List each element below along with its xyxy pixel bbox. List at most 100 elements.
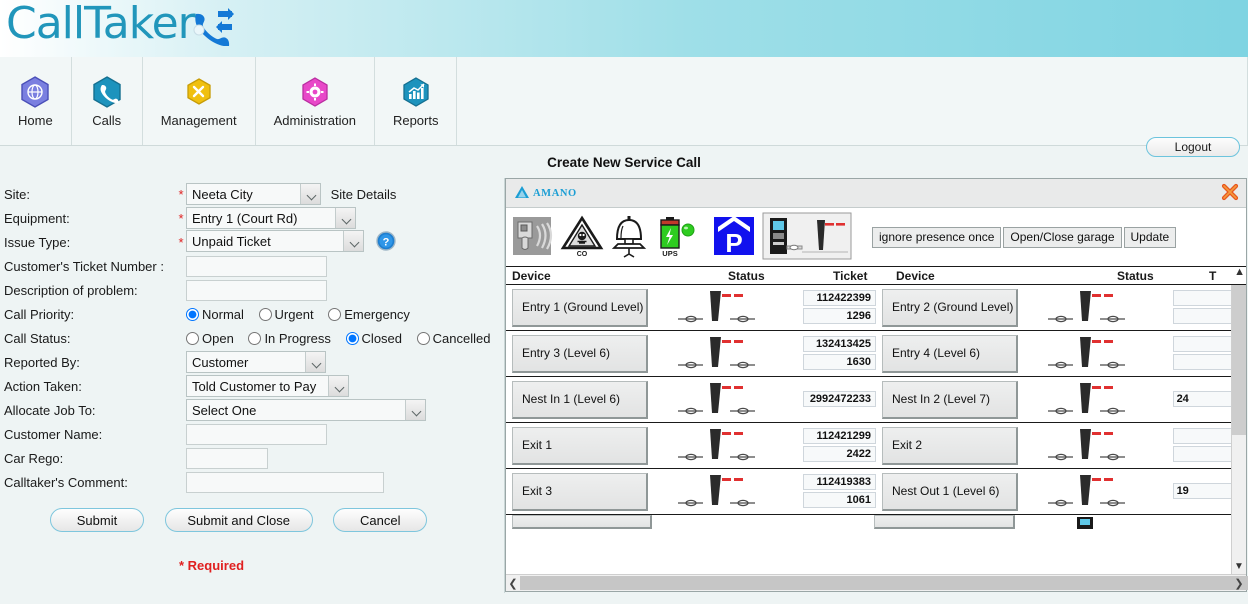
radio-status-inprogress-input[interactable] bbox=[248, 331, 262, 345]
ticket-value-top[interactable]: 112422399 bbox=[802, 289, 876, 306]
barrier-gate-icon[interactable] bbox=[648, 423, 803, 469]
device-button[interactable]: Exit 3 bbox=[512, 472, 648, 511]
nav-item-management[interactable]: Management bbox=[142, 57, 256, 145]
ticket-value-top[interactable]: 132413425 bbox=[802, 335, 876, 352]
ticket-value-bottom[interactable]: 1296 bbox=[802, 307, 876, 324]
paystation-barrier-icon[interactable] bbox=[762, 212, 852, 263]
device-button[interactable] bbox=[874, 515, 1015, 529]
device-button[interactable]: Entry 3 (Level 6) bbox=[512, 334, 648, 373]
update-button[interactable]: Update bbox=[1123, 226, 1177, 248]
reported-by-select[interactable]: Customer bbox=[186, 351, 326, 373]
nav-item-calls[interactable]: Calls bbox=[71, 57, 143, 145]
vertical-scrollbar-thumb[interactable] bbox=[1232, 285, 1246, 435]
radio-priority-emergency-input[interactable] bbox=[328, 307, 342, 321]
radio-priority-urgent[interactable]: Urgent bbox=[258, 307, 314, 322]
device-button[interactable]: Entry 2 (Ground Level) bbox=[882, 288, 1018, 327]
barrier-gate-icon[interactable] bbox=[1018, 377, 1173, 423]
equipment-label: Equipment: bbox=[4, 210, 70, 226]
ticket-value-top[interactable]: 2992472233 bbox=[802, 390, 876, 407]
horizontal-scrollbar[interactable]: ❮ ❯ bbox=[506, 574, 1248, 591]
svg-text:CO: CO bbox=[577, 251, 588, 258]
device-button[interactable] bbox=[512, 515, 653, 529]
co-hazard-icon[interactable]: CO bbox=[560, 214, 604, 261]
barrier-gate-icon[interactable] bbox=[1018, 469, 1173, 515]
ticket-value-bottom[interactable]: 1061 bbox=[802, 491, 876, 508]
logout-button[interactable]: Logout bbox=[1146, 137, 1240, 157]
customer-name-input[interactable] bbox=[186, 423, 327, 445]
help-question-icon[interactable]: ? bbox=[375, 231, 396, 254]
chevron-down-icon[interactable]: ▼ bbox=[1234, 561, 1244, 572]
radio-status-cancelled-input[interactable] bbox=[416, 331, 430, 345]
barrier-gate-icon[interactable] bbox=[1018, 423, 1173, 469]
site-select[interactable]: Neeta City bbox=[186, 183, 321, 205]
submit-and-close-button[interactable]: Submit and Close bbox=[164, 508, 313, 532]
fire-alarm-pull-icon[interactable] bbox=[512, 214, 554, 261]
tools-hex-icon bbox=[182, 75, 216, 109]
car-rego-input[interactable] bbox=[186, 447, 268, 469]
nav-label-administration: Administration bbox=[273, 112, 356, 128]
issue-type-select[interactable]: Unpaid Ticket bbox=[186, 230, 364, 253]
device-button[interactable]: Exit 1 bbox=[512, 426, 648, 465]
barrier-gate-icon[interactable] bbox=[1018, 285, 1173, 331]
close-x-icon[interactable] bbox=[1220, 182, 1240, 205]
device-button[interactable]: Nest In 2 (Level 7) bbox=[882, 380, 1018, 419]
nav-item-home[interactable]: Home bbox=[0, 57, 72, 145]
nav-item-reports[interactable]: Reports bbox=[374, 57, 458, 145]
chevron-right-icon[interactable]: ❯ bbox=[1232, 577, 1246, 590]
paystation-icon[interactable] bbox=[1015, 515, 1170, 529]
horizontal-scrollbar-thumb[interactable] bbox=[520, 576, 1248, 590]
vertical-scrollbar[interactable]: ▼ bbox=[1231, 285, 1246, 574]
nav-item-administration[interactable]: Administration bbox=[255, 57, 375, 145]
parking-p-icon[interactable]: P bbox=[712, 214, 756, 261]
device-button[interactable]: Exit 2 bbox=[882, 426, 1018, 465]
ups-battery-icon[interactable]: UPS bbox=[654, 213, 706, 262]
globe-hex-icon bbox=[18, 75, 52, 109]
device-button[interactable]: Nest Out 1 (Level 6) bbox=[882, 472, 1018, 511]
site-details-link[interactable]: Site Details bbox=[331, 187, 397, 202]
comment-input[interactable] bbox=[186, 471, 384, 493]
ticket-value-top[interactable]: 112419383 bbox=[802, 473, 876, 490]
radio-status-closed-input[interactable] bbox=[345, 331, 359, 345]
barrier-gate-icon[interactable] bbox=[648, 377, 803, 423]
barrier-gate-icon[interactable] bbox=[652, 515, 791, 529]
device-button[interactable]: Nest In 1 (Level 6) bbox=[512, 380, 648, 419]
ticket-value-bottom[interactable]: 1630 bbox=[802, 353, 876, 370]
device-button[interactable]: Entry 4 (Level 6) bbox=[882, 334, 1018, 373]
cancel-button[interactable]: Cancel bbox=[333, 508, 428, 532]
radio-status-open-input[interactable] bbox=[186, 331, 199, 345]
bell-alarm-icon[interactable] bbox=[610, 214, 648, 261]
ticket-number-input[interactable] bbox=[186, 255, 327, 277]
ignore-presence-once-button[interactable]: ignore presence once bbox=[872, 226, 1002, 248]
allocate-select[interactable]: Select One bbox=[186, 399, 426, 421]
barrier-gate-icon[interactable] bbox=[1018, 331, 1173, 377]
radio-status-closed[interactable]: Closed bbox=[345, 331, 402, 346]
table-row-partial bbox=[506, 515, 1246, 529]
device-button[interactable]: Entry 1 (Ground Level) bbox=[512, 288, 648, 327]
barrier-gate-icon[interactable] bbox=[648, 469, 803, 515]
form-row-comment: Calltaker's Comment: bbox=[4, 470, 501, 494]
radio-priority-urgent-input[interactable] bbox=[258, 307, 272, 321]
ticket-value-top[interactable]: 112421299 bbox=[802, 427, 876, 444]
ticket-value-bottom[interactable]: 2422 bbox=[802, 445, 876, 462]
equipment-select[interactable]: Entry 1 (Court Rd) bbox=[186, 207, 356, 229]
svg-text:?: ? bbox=[382, 236, 389, 248]
ticket-cell: 2992472233 bbox=[802, 390, 876, 409]
description-input[interactable] bbox=[186, 279, 327, 301]
svg-text:UPS: UPS bbox=[662, 249, 677, 258]
submit-button[interactable]: Submit bbox=[50, 508, 144, 532]
action-taken-select[interactable]: Told Customer to Pay bbox=[186, 375, 349, 397]
barrier-gate-icon[interactable] bbox=[648, 331, 803, 377]
equipment-required-marker: * bbox=[178, 210, 184, 226]
radio-priority-normal-input[interactable] bbox=[186, 307, 199, 321]
radio-priority-normal[interactable]: Normal bbox=[186, 307, 244, 322]
radio-status-inprogress[interactable]: In Progress bbox=[248, 331, 331, 346]
radio-priority-emergency[interactable]: Emergency bbox=[328, 307, 410, 322]
barrier-gate-icon[interactable] bbox=[648, 285, 803, 331]
chevron-up-icon[interactable]: ▲ bbox=[1234, 266, 1245, 278]
amano-logo-text: AMANO bbox=[533, 187, 577, 199]
open-close-garage-button[interactable]: Open/Close garage bbox=[1003, 226, 1122, 248]
chevron-left-icon[interactable]: ❮ bbox=[506, 577, 520, 590]
radio-status-cancelled[interactable]: Cancelled bbox=[416, 331, 490, 346]
radio-status-open[interactable]: Open bbox=[186, 331, 234, 346]
main-navigation: Home Calls Management Administration Rep… bbox=[0, 57, 1248, 157]
